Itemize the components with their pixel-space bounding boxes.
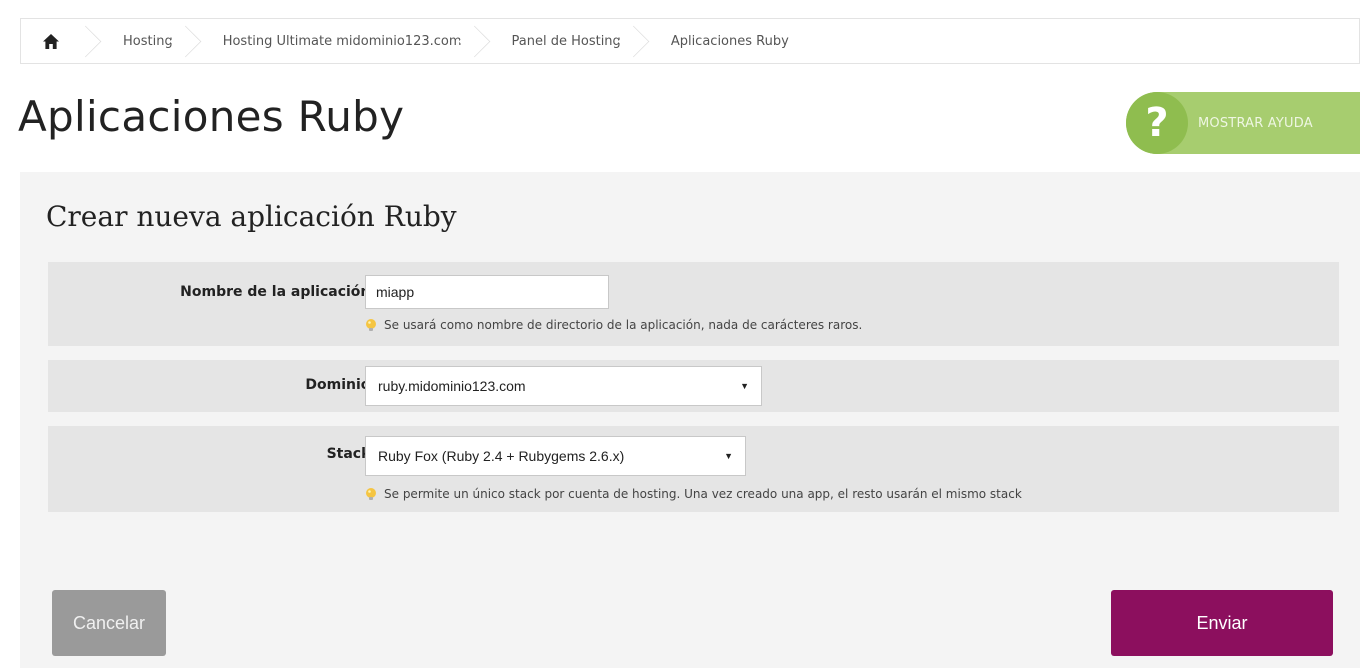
app-name-hint-text: Se usará como nombre de directorio de la… <box>384 318 863 332</box>
app-name-input[interactable]: miapp <box>365 275 609 309</box>
cancel-button[interactable]: Cancelar <box>52 590 166 656</box>
domain-row: Dominio: ruby.midominio123.com ▼ <box>48 360 1339 412</box>
breadcrumb-item-label: Panel de Hosting <box>511 33 621 49</box>
breadcrumb-item-hosting[interactable]: Hosting <box>93 19 193 63</box>
chevron-down-icon: ▼ <box>740 381 749 391</box>
breadcrumb-home[interactable] <box>21 19 93 63</box>
submit-button[interactable]: Enviar <box>1111 590 1333 656</box>
app-name-row: Nombre de la aplicación: miapp Se usará … <box>48 262 1339 346</box>
show-help-label: MOSTRAR AYUDA <box>1198 115 1313 131</box>
show-help-button[interactable]: ? MOSTRAR AYUDA <box>1126 92 1360 154</box>
create-app-panel: Crear nueva aplicación Ruby Nombre de la… <box>20 172 1360 668</box>
stack-hint-text: Se permite un único stack por cuenta de … <box>384 487 1022 501</box>
lightbulb-icon <box>364 318 378 332</box>
page-title: Aplicaciones Ruby <box>18 92 405 141</box>
chevron-down-icon: ▼ <box>724 451 733 461</box>
breadcrumb: Hosting Hosting Ultimate midominio123.co… <box>20 18 1360 64</box>
breadcrumb-item-panel-de-hosting[interactable]: Panel de Hosting <box>482 19 641 63</box>
app-name-label: Nombre de la aplicación: <box>180 284 376 300</box>
lightbulb-icon <box>364 487 378 501</box>
stack-select[interactable]: Ruby Fox (Ruby 2.4 + Rubygems 2.6.x) ▼ <box>365 436 746 476</box>
breadcrumb-item-label: Hosting <box>123 33 173 49</box>
breadcrumb-item-label: Hosting Ultimate midominio123.com <box>222 33 462 49</box>
home-icon <box>43 33 59 49</box>
breadcrumb-item-hosting-ultimate[interactable]: Hosting Ultimate midominio123.com <box>193 19 482 63</box>
breadcrumb-item-label: Aplicaciones Ruby <box>670 33 789 49</box>
stack-row: Stack: Ruby Fox (Ruby 2.4 + Rubygems 2.6… <box>48 426 1339 512</box>
app-name-hint: Se usará como nombre de directorio de la… <box>364 318 862 332</box>
question-icon: ? <box>1126 92 1188 154</box>
stack-selected-value: Ruby Fox (Ruby 2.4 + Rubygems 2.6.x) <box>378 448 625 464</box>
form-title: Crear nueva aplicación Ruby <box>46 200 457 233</box>
domain-select[interactable]: ruby.midominio123.com ▼ <box>365 366 762 406</box>
breadcrumb-item-aplicaciones-ruby[interactable]: Aplicaciones Ruby <box>641 19 809 63</box>
stack-hint: Se permite un único stack por cuenta de … <box>364 487 1022 501</box>
domain-selected-value: ruby.midominio123.com <box>378 378 526 394</box>
